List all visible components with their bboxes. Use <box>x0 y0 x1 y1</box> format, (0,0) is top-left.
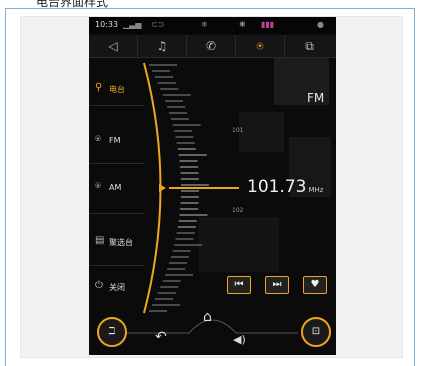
fan-seat-icon: ℶ <box>108 326 116 337</box>
climate-button[interactable]: ℶ <box>97 317 127 347</box>
car-top-icon: ⊡ <box>311 326 321 337</box>
frame-border-right <box>414 8 415 366</box>
bottom-bar-lines <box>127 319 298 334</box>
document-figure: 电台界面样式 10:33 ▁▃▅ ⊂⊃ ❄ ✱ ▮▮▮ ● ◁ ♫ ✆ ⍟ ⧉ … <box>0 0 421 366</box>
volume-icon[interactable]: ◀) <box>233 333 246 346</box>
back-icon[interactable]: ↶ <box>155 329 167 345</box>
document-heading: 电台界面样式 <box>36 0 109 9</box>
vehicle-button[interactable]: ⊡ <box>301 317 331 347</box>
frame-border-left <box>5 8 6 366</box>
home-icon[interactable]: ⌂ <box>203 309 212 325</box>
radio-screen: 10:33 ▁▃▅ ⊂⊃ ❄ ✱ ▮▮▮ ● ◁ ♫ ✆ ⍟ ⧉ ⚲ 电台 ⍟ … <box>89 17 336 355</box>
